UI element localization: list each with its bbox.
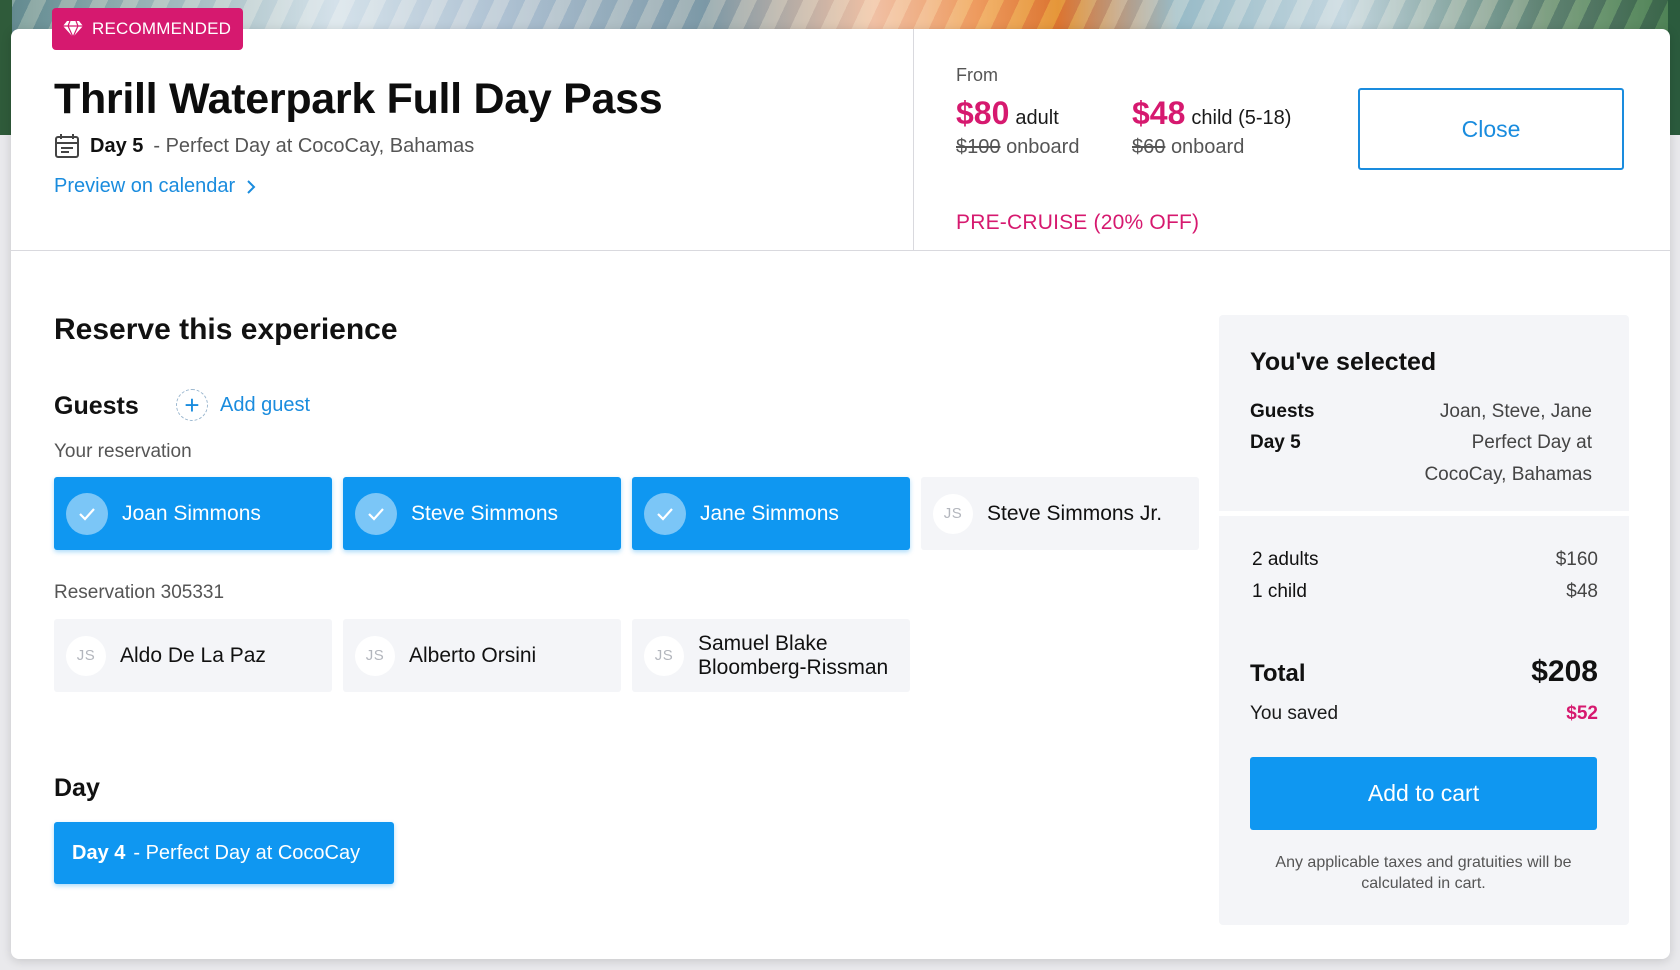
chevron-right-icon bbox=[247, 179, 256, 194]
guest-chip-jane-simmons[interactable]: Jane Simmons bbox=[632, 477, 910, 550]
summary-guests-row: Guests Joan, Steve, Jane bbox=[1250, 401, 1592, 423]
promo-label: PRE-CRUISE (20% OFF) bbox=[956, 211, 1200, 234]
saved-row: You saved $52 bbox=[1250, 703, 1598, 725]
diamond-icon bbox=[63, 20, 83, 38]
guest-name: Joan Simmons bbox=[122, 501, 261, 525]
guest-name: Alberto Orsini bbox=[409, 643, 537, 667]
guest-name-line2: Bloomberg-Rissman bbox=[698, 655, 889, 679]
summary-day-row: Day 5 Perfect Day at CocoCay, Bahamas bbox=[1250, 427, 1592, 491]
adult-onboard-label: onboard bbox=[1006, 136, 1080, 158]
adult-price-block: $80 adult $100 onboard bbox=[956, 95, 1079, 159]
total-value: $208 bbox=[1531, 655, 1598, 688]
day-number: Day 5 bbox=[90, 134, 144, 157]
day-destination: - Perfect Day at CocoCay, Bahamas bbox=[153, 134, 475, 157]
child-price: $48 bbox=[1132, 95, 1186, 131]
header-info: Thrill Waterpark Full Day Pass Day 5 - P… bbox=[11, 29, 914, 251]
pricing-panel: From $80 adult $100 onboard $48 child (5-1… bbox=[956, 65, 1376, 235]
preview-link-label: Preview on calendar bbox=[54, 175, 236, 197]
guest-chip-joan-simmons[interactable]: Joan Simmons bbox=[54, 477, 332, 550]
close-button[interactable]: Close bbox=[1358, 88, 1624, 170]
summary-day-value-line1: Perfect Day at bbox=[1471, 432, 1592, 453]
avatar: JS bbox=[355, 635, 395, 676]
child-price-block: $48 child (5-18) $60 onboard bbox=[1132, 95, 1291, 159]
selection-summary: You've selected Guests Joan, Steve, Jane… bbox=[1219, 315, 1629, 925]
guest-name: Samuel Blake Bloomberg-Rissman bbox=[698, 632, 888, 680]
guest-name: Steve Simmons Jr. bbox=[987, 501, 1163, 525]
guest-chip-samuel-blake-bloomberg-rissman[interactable]: JS Samuel Blake Bloomberg-Rissman bbox=[632, 619, 910, 692]
total-row: Total $208 bbox=[1250, 655, 1598, 689]
summary-title: You've selected bbox=[1250, 348, 1437, 376]
your-reservation-label: Your reservation bbox=[54, 441, 192, 462]
guests-heading: Guests bbox=[54, 392, 139, 420]
child-onboard-price: $60 bbox=[1132, 136, 1166, 158]
guest-chip-alberto-orsini[interactable]: JS Alberto Orsini bbox=[343, 619, 621, 692]
other-reservation-label: Reservation 305331 bbox=[54, 582, 225, 603]
checkmark-icon bbox=[644, 492, 686, 535]
line-amount: $160 bbox=[1555, 549, 1598, 570]
summary-guests-value: Joan, Steve, Jane bbox=[1439, 401, 1592, 422]
summary-day-key: Day 5 bbox=[1250, 432, 1301, 453]
summary-line-child: 1 child $48 bbox=[1252, 581, 1598, 603]
avatar: JS bbox=[66, 635, 106, 676]
summary-guests-key: Guests bbox=[1250, 401, 1315, 422]
guest-chip-steve-simmons-jr[interactable]: JS Steve Simmons Jr. bbox=[921, 477, 1199, 550]
page-title: Thrill Waterpark Full Day Pass bbox=[54, 75, 663, 123]
modal-header: Thrill Waterpark Full Day Pass Day 5 - P… bbox=[11, 29, 1670, 251]
avatar: JS bbox=[644, 635, 684, 676]
day-option-number: Day 4 bbox=[72, 841, 126, 864]
checkmark-icon bbox=[355, 492, 397, 535]
adult-onboard-price: $100 bbox=[956, 136, 1001, 158]
plus-icon: + bbox=[176, 389, 208, 421]
reserve-title: Reserve this experience bbox=[54, 313, 398, 346]
day-option-destination: - Perfect Day at CocoCay bbox=[133, 841, 361, 864]
adult-price: $80 bbox=[956, 95, 1010, 131]
summary-divider bbox=[1219, 511, 1629, 516]
line-amount: $48 bbox=[1566, 581, 1598, 602]
guest-name: Aldo De La Paz bbox=[120, 643, 266, 667]
guest-chip-steve-simmons[interactable]: Steve Simmons bbox=[343, 477, 621, 550]
total-label: Total bbox=[1250, 660, 1306, 687]
add-guest-button[interactable]: + Add guest bbox=[176, 389, 310, 421]
child-price-unit: child (5-18) bbox=[1191, 107, 1292, 129]
recommended-badge: RECOMMENDED bbox=[52, 8, 244, 50]
checkmark-icon bbox=[66, 492, 108, 535]
saved-label: You saved bbox=[1250, 703, 1339, 724]
tax-note: Any applicable taxes and gratuities will… bbox=[1275, 854, 1572, 892]
from-label: From bbox=[956, 65, 998, 85]
adult-price-unit: adult bbox=[1015, 107, 1059, 129]
saved-value: $52 bbox=[1566, 703, 1598, 724]
summary-line-adults: 2 adults $160 bbox=[1252, 549, 1598, 571]
guest-name: Jane Simmons bbox=[700, 501, 839, 525]
guest-name-line1: Samuel Blake bbox=[698, 631, 828, 655]
day-info: Day 5 - Perfect Day at CocoCay, Bahamas bbox=[54, 133, 474, 159]
add-guest-label: Add guest bbox=[220, 393, 311, 416]
day-heading: Day bbox=[54, 774, 100, 802]
summary-day-value-line2: CocoCay, Bahamas bbox=[1424, 464, 1592, 485]
badge-label: RECOMMENDED bbox=[92, 19, 232, 38]
preview-on-calendar-link[interactable]: Preview on calendar bbox=[54, 175, 257, 198]
calendar-icon bbox=[55, 134, 79, 158]
experience-modal: Thrill Waterpark Full Day Pass Day 5 - P… bbox=[11, 29, 1670, 959]
add-to-cart-button[interactable]: Add to cart bbox=[1250, 757, 1597, 830]
guest-chip-aldo-de-la-paz[interactable]: JS Aldo De La Paz bbox=[54, 619, 332, 692]
day-option-day-4[interactable]: Day 4 - Perfect Day at CocoCay bbox=[54, 822, 394, 884]
summary-day-value: Perfect Day at CocoCay, Bahamas bbox=[1424, 427, 1592, 491]
line-label: 2 adults bbox=[1252, 549, 1319, 570]
child-onboard-label: onboard bbox=[1170, 136, 1245, 158]
line-label: 1 child bbox=[1252, 581, 1307, 602]
avatar: JS bbox=[933, 493, 973, 534]
guest-name: Steve Simmons bbox=[411, 501, 559, 525]
